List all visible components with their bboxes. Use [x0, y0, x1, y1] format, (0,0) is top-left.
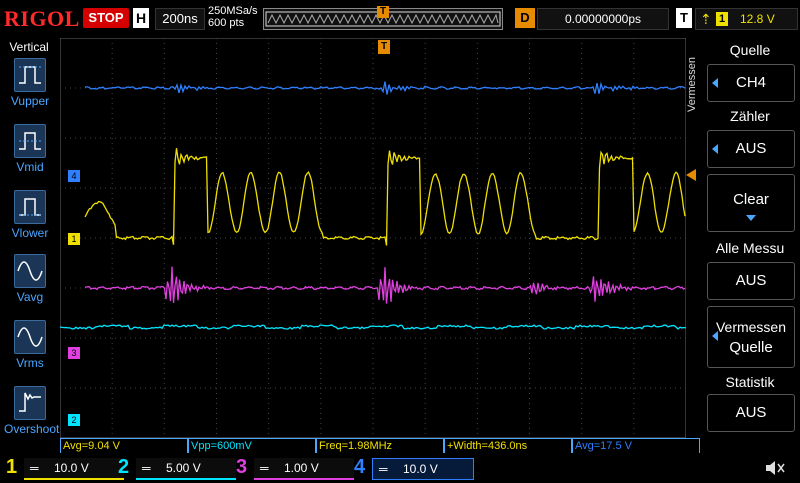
- trigger-position-marker: T: [377, 6, 389, 18]
- ch1-number[interactable]: 1: [6, 456, 17, 478]
- measurement-ch1-width[interactable]: +Width=436.0ns: [444, 438, 572, 453]
- measurement-results-bar: Avg=9.04 V Vpp=600mV Freq=1.98MHz +Width…: [60, 438, 700, 454]
- waveform-position-bar[interactable]: T: [263, 6, 503, 30]
- vupper-icon: [14, 58, 46, 92]
- channel-status-bar: 1 ═ 10.0 V 2 ═ 5.00 V 3 ═ 1.00 V 4 ═ 10.…: [0, 454, 800, 480]
- ch4-scale: 10.0 V: [403, 462, 438, 476]
- ch4-number[interactable]: 4: [354, 456, 365, 478]
- alle-messungen-selector[interactable]: AUS: [707, 262, 795, 300]
- rising-edge-icon: ⇡: [700, 11, 712, 27]
- statistik-title: Statistik: [725, 374, 775, 390]
- memory-depth: 600 pts: [208, 17, 245, 29]
- clear-label: Clear: [733, 191, 769, 208]
- vupper-label: Vupper: [10, 94, 50, 108]
- zaehler-selector[interactable]: AUS: [707, 130, 795, 168]
- clear-button[interactable]: Clear: [707, 174, 795, 232]
- vrms-label: Vrms: [16, 356, 44, 370]
- vlower-icon: [14, 190, 46, 224]
- alle-messungen-value: AUS: [735, 272, 767, 289]
- vermessen-label: Vermessen: [715, 319, 787, 335]
- quelle-value: CH4: [735, 74, 766, 91]
- trigger-settings[interactable]: ⇡ 1 12.8 V: [695, 8, 798, 30]
- chevron-down-icon: [746, 215, 756, 221]
- measurement-ch2-vpp[interactable]: Vpp=600mV: [188, 438, 316, 453]
- overshoot-label: Overshoot: [4, 422, 60, 436]
- ch2-offset-marker[interactable]: 2: [68, 414, 80, 426]
- alle-messungen-title: Alle Messu: [715, 240, 785, 256]
- measure-vavg-button[interactable]: Vavg: [4, 254, 56, 316]
- measurement-ch1-avg[interactable]: Avg=9.04 V: [60, 438, 188, 453]
- quelle-label: Quelle: [729, 339, 773, 356]
- ch4-scale-box[interactable]: ═ 10.0 V: [372, 458, 474, 480]
- ch3-scale: 1.00 V: [284, 461, 319, 475]
- quelle-title: Quelle: [729, 42, 771, 58]
- waveform-display[interactable]: [60, 38, 686, 438]
- vavg-label: Vavg: [16, 290, 44, 304]
- vmid-label: Vmid: [16, 160, 44, 174]
- measure-vlower-button[interactable]: Vlower: [4, 190, 56, 252]
- dc-coupling-icon: ═: [379, 462, 388, 476]
- dc-coupling-icon: ═: [142, 461, 151, 475]
- timebase-value[interactable]: 200ns: [155, 8, 205, 30]
- menu-side-label: Vermessen: [686, 56, 698, 112]
- brand-logo: RIGOL: [4, 6, 80, 31]
- statistik-value: AUS: [735, 404, 767, 421]
- trigger-label: T: [676, 8, 692, 28]
- delay-label: D: [515, 8, 535, 28]
- quelle-selector[interactable]: CH4: [707, 64, 795, 102]
- vavg-icon: [14, 254, 46, 288]
- ch2-scale: 5.00 V: [166, 461, 201, 475]
- sound-muted-icon[interactable]: [764, 458, 786, 478]
- dc-coupling-icon: ═: [30, 461, 39, 475]
- ch3-number[interactable]: 3: [236, 456, 247, 478]
- statistik-selector[interactable]: AUS: [707, 394, 795, 432]
- trigger-level-marker[interactable]: [686, 169, 696, 181]
- ch1-offset-marker[interactable]: 1: [68, 233, 80, 245]
- ch4-offset-marker[interactable]: 4: [68, 170, 80, 182]
- measure-overshoot-button[interactable]: Overshoot: [4, 386, 60, 448]
- horizontal-delay-value[interactable]: 0.00000000ps: [537, 8, 669, 30]
- run-stop-button[interactable]: STOP: [83, 8, 129, 28]
- measurement-ch4-avg[interactable]: Avg=17.5 V: [572, 438, 700, 453]
- ch3-scale-box[interactable]: ═ 1.00 V: [254, 458, 354, 480]
- zaehler-value: AUS: [735, 140, 767, 157]
- ch2-number[interactable]: 2: [118, 456, 129, 478]
- dc-coupling-icon: ═: [260, 461, 269, 475]
- vlower-label: Vlower: [11, 226, 49, 240]
- measurement-ch1-freq[interactable]: Freq=1.98MHz: [316, 438, 444, 453]
- acquisition-info: 250MSa/s 600 pts: [208, 5, 258, 29]
- trigger-level: 12.8 V: [740, 12, 775, 26]
- overshoot-icon: [14, 386, 46, 420]
- ch3-offset-marker[interactable]: 3: [68, 347, 80, 359]
- trigger-time-marker[interactable]: T: [378, 40, 390, 54]
- vmid-icon: [14, 124, 46, 158]
- measure-vrms-button[interactable]: Vrms: [4, 320, 56, 382]
- vermessen-quelle-button[interactable]: Vermessen Quelle: [707, 306, 795, 368]
- ch1-scale-box[interactable]: ═ 10.0 V: [24, 458, 124, 480]
- ch1-scale: 10.0 V: [54, 461, 89, 475]
- menu-title: Vertical: [9, 40, 49, 54]
- zaehler-title: Zähler: [730, 108, 770, 124]
- vrms-icon: [14, 320, 46, 354]
- trigger-source: 1: [716, 12, 728, 26]
- ch2-scale-box[interactable]: ═ 5.00 V: [136, 458, 236, 480]
- horizontal-label: H: [133, 8, 149, 28]
- sample-rate: 250MSa/s: [208, 5, 258, 17]
- measure-vupper-button[interactable]: Vupper: [4, 58, 56, 120]
- measure-vmid-button[interactable]: Vmid: [4, 124, 56, 186]
